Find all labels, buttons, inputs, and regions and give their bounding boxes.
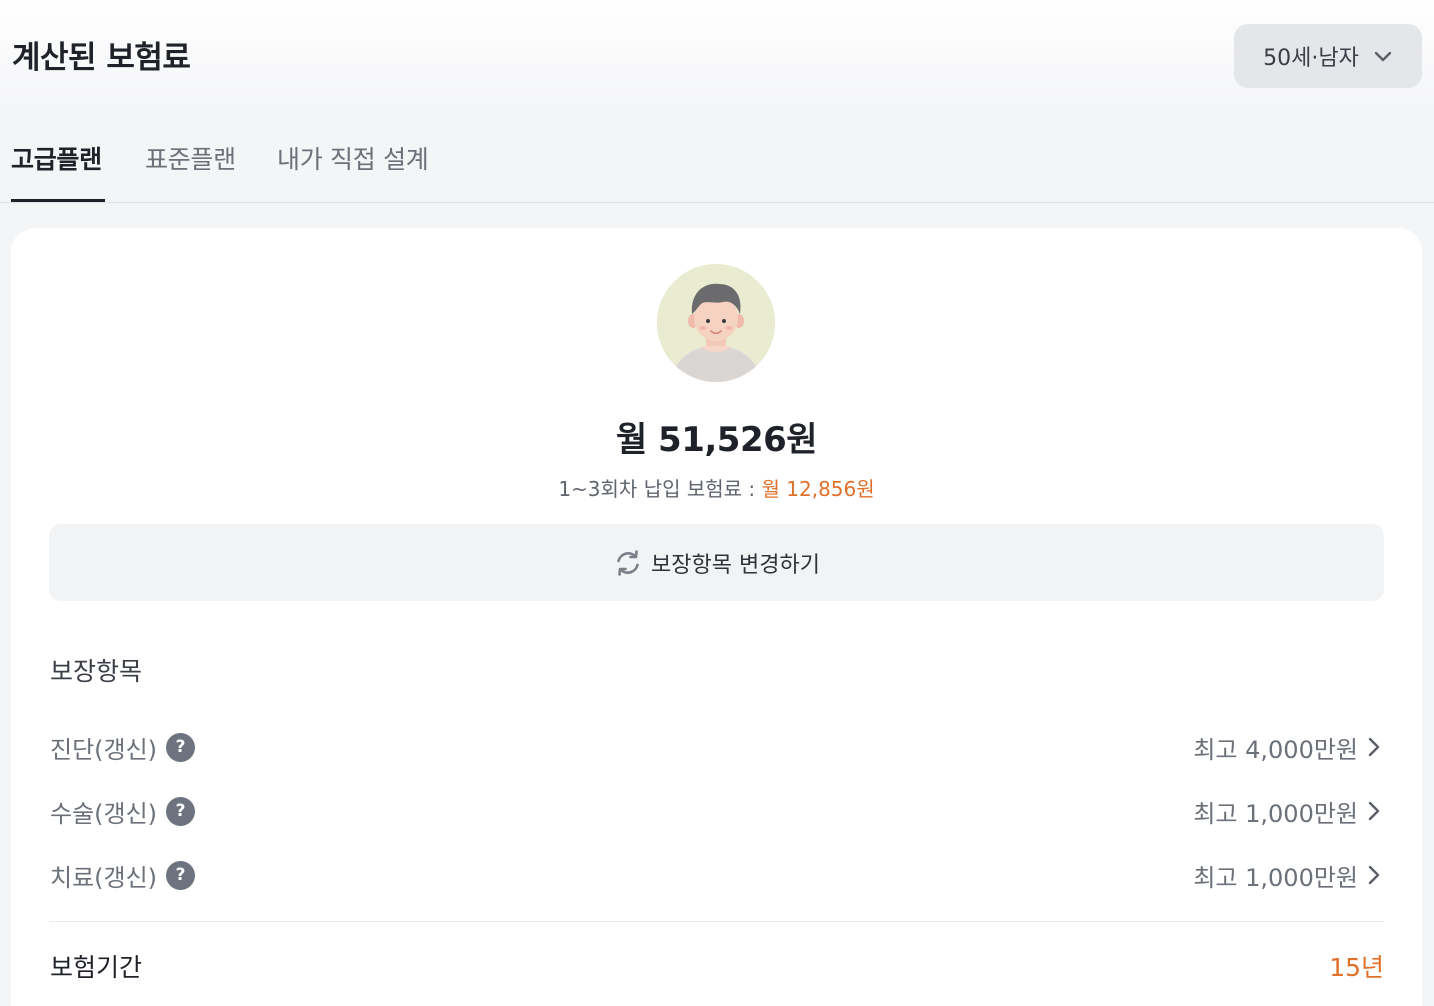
change-coverage-label: 보장항목 변경하기 — [651, 552, 820, 578]
age-gender-select-label: 50세·남자 — [1263, 46, 1359, 71]
active-tab-indicator — [11, 199, 105, 202]
early-payment-label: 1~3회차 납입 보험료 : — [558, 477, 762, 501]
plan-tabs: 고급플랜 표준플랜 내가 직접 설계 — [0, 110, 1434, 203]
chevron-down-icon — [1374, 51, 1392, 62]
chevron-right-icon — [1368, 737, 1380, 757]
tab-custom-design[interactable]: 내가 직접 설계 — [277, 140, 429, 176]
help-icon[interactable]: ? — [166, 732, 196, 762]
coverage-section-title: 보장항목 — [50, 657, 143, 686]
tab-premium-plan[interactable]: 고급플랜 — [11, 140, 102, 176]
coverage-row-left: 진단(갱신) ? — [50, 730, 196, 765]
age-gender-select[interactable]: 50세·남자 — [1234, 24, 1422, 88]
person-avatar-icon — [657, 264, 775, 382]
coverage-label: 진단(갱신) — [50, 735, 158, 764]
coverage-row-diagnosis[interactable]: 진단(갱신) ? 최고 4,000만원 — [50, 727, 1384, 767]
early-payment-value: 월 12,856원 — [761, 477, 875, 501]
chevron-right-icon — [1368, 865, 1380, 885]
page-title: 계산된 보험료 — [12, 40, 191, 76]
header: 계산된 보험료 50세·남자 — [0, 0, 1434, 110]
coverage-row-left: 수술(갱신) ? — [50, 794, 196, 829]
coverage-label: 치료(갱신) — [50, 863, 158, 892]
coverage-value: 최고 1,000만원 — [1193, 863, 1358, 892]
coverage-row-right: 최고 1,000만원 — [1193, 858, 1384, 893]
coverage-value: 최고 4,000만원 — [1193, 735, 1358, 764]
coverage-row-surgery[interactable]: 수술(갱신) ? 최고 1,000만원 — [50, 791, 1384, 831]
coverage-value: 최고 1,000만원 — [1193, 799, 1358, 828]
coverage-row-left: 치료(갱신) ? — [50, 858, 196, 893]
insurance-period-label: 보험기간 — [50, 953, 143, 982]
refresh-icon — [617, 549, 639, 576]
monthly-premium: 월 51,526원 — [615, 420, 818, 460]
early-payment-info: 1~3회차 납입 보험료 : 월 12,856원 — [11, 473, 1422, 502]
coverage-row-treatment[interactable]: 치료(갱신) ? 최고 1,000만원 — [50, 855, 1384, 895]
divider — [49, 921, 1384, 922]
change-coverage-button[interactable]: 보장항목 변경하기 — [49, 524, 1384, 601]
page: 계산된 보험료 50세·남자 고급플랜 표준플랜 내가 직접 설계 월 51,5… — [0, 0, 1434, 1006]
chevron-right-icon — [1368, 801, 1380, 821]
coverage-row-right: 최고 4,000만원 — [1193, 730, 1384, 765]
help-icon[interactable]: ? — [166, 796, 196, 826]
tab-standard-plan[interactable]: 표준플랜 — [145, 140, 236, 176]
coverage-row-right: 최고 1,000만원 — [1193, 794, 1384, 829]
avatar — [657, 264, 775, 382]
coverage-label: 수술(갱신) — [50, 799, 158, 828]
premium-card: 월 51,526원 1~3회차 납입 보험료 : 월 12,856원 보장항목 … — [11, 228, 1422, 1006]
insurance-period-value: 15년 — [1329, 953, 1384, 982]
help-icon[interactable]: ? — [166, 860, 196, 890]
